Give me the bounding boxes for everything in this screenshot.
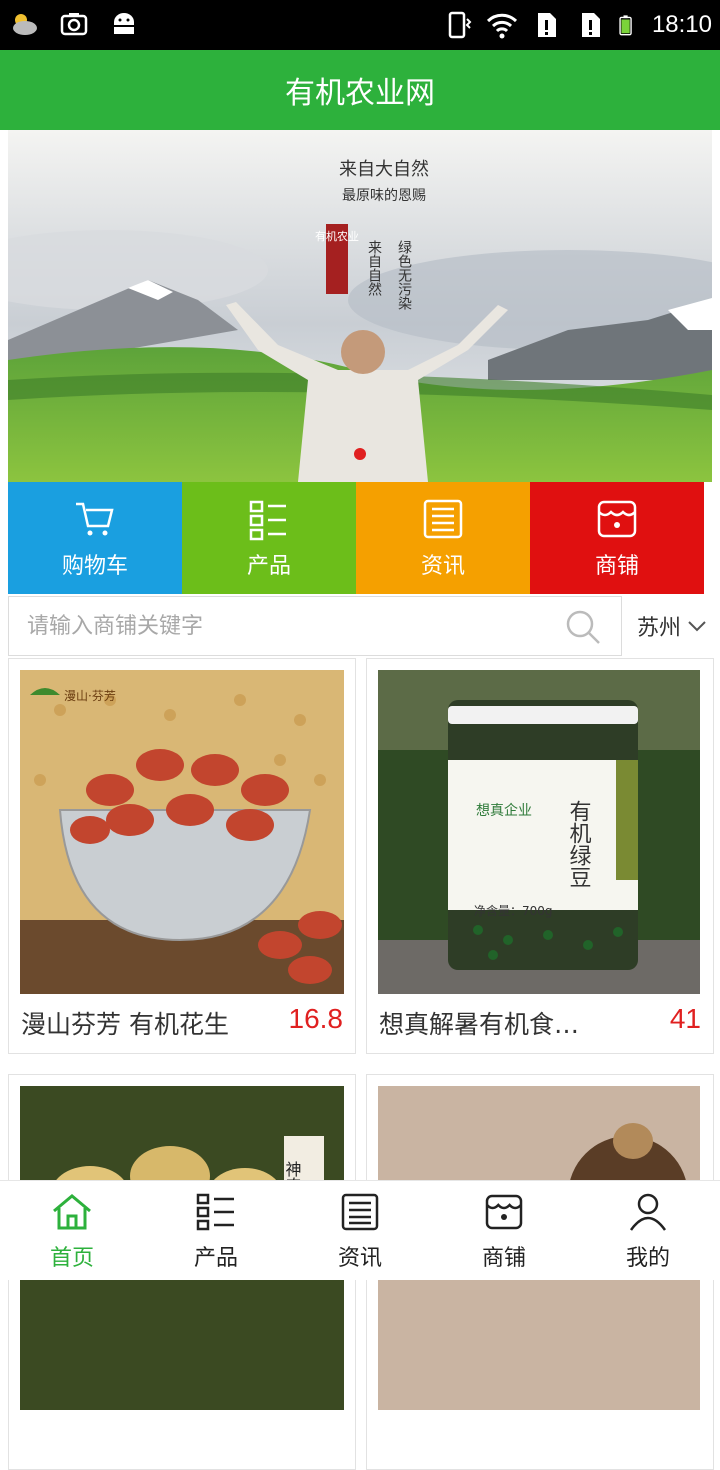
banner-headline: 来自大自然	[339, 159, 429, 180]
banner-col2: 绿色无污染	[396, 240, 412, 310]
product-name: 想真解暑有机食品绿豆	[379, 1010, 599, 1039]
product-grid-icon	[196, 1193, 234, 1230]
shop-search-input[interactable]	[27, 605, 547, 647]
nav-products[interactable]: 产品	[144, 1181, 288, 1280]
product-price: 16.8	[288, 1003, 344, 1034]
nav-shops[interactable]: 商铺	[432, 1181, 576, 1280]
product-image: 漫山·芬芳	[20, 670, 344, 994]
cart-icon	[76, 502, 114, 536]
sim1-icon	[537, 13, 556, 37]
jar-weight-text: 净含量：700g	[474, 903, 553, 918]
search-icon[interactable]	[563, 607, 603, 647]
nav-label: 商铺	[481, 1245, 526, 1271]
banner-col1: 来自自然	[366, 240, 382, 296]
city-selector[interactable]: 苏州	[624, 596, 720, 656]
clock: 18:10	[651, 11, 712, 38]
news-icon	[341, 1193, 379, 1230]
jar-label-text: 有机绿豆	[566, 800, 592, 888]
quick-link-label: 商铺	[594, 554, 639, 579]
user-icon	[629, 1193, 667, 1231]
nav-profile[interactable]: 我的	[576, 1181, 720, 1280]
search-box	[8, 596, 622, 656]
product-price: 41	[669, 1003, 701, 1034]
carousel-indicator-active[interactable]	[354, 448, 366, 460]
quick-link-news[interactable]: 资讯	[356, 482, 530, 594]
app-bar: 有机农业网	[0, 50, 720, 130]
banner-carousel[interactable]: 有机农业 来自大自然 最原味的恩赐 来自自然 绿色无污染	[8, 130, 712, 482]
battery-icon	[619, 15, 632, 36]
banner-subheadline: 最原味的恩赐	[342, 188, 426, 204]
weather-icon	[13, 14, 37, 35]
quick-links: 购物车 产品 资讯 商铺	[8, 482, 704, 594]
bottom-nav: 首页 产品 资讯 商铺 我的	[0, 1180, 720, 1280]
quick-link-shops[interactable]: 商铺	[530, 482, 704, 594]
product-brand-text: 想真企业	[476, 802, 532, 819]
city-selected-label: 苏州	[636, 616, 681, 641]
android-icon	[113, 13, 135, 34]
quick-link-products[interactable]: 产品	[182, 482, 356, 594]
quick-link-label: 产品	[246, 554, 291, 579]
status-bar: 18:10	[0, 0, 720, 50]
shop-icon	[485, 1194, 523, 1229]
banner-image: 有机农业 来自大自然 最原味的恩赐 来自自然 绿色无污染	[8, 130, 712, 482]
product-brand-text: 漫山·芬芳	[64, 689, 116, 703]
nav-label: 首页	[49, 1245, 94, 1271]
nav-home[interactable]: 首页	[0, 1181, 144, 1280]
quick-link-label: 购物车	[61, 554, 128, 579]
product-name: 漫山芬芳 有机花生	[21, 1010, 229, 1039]
quick-link-label: 资讯	[420, 554, 465, 579]
wifi-icon	[486, 13, 517, 39]
home-icon	[53, 1193, 91, 1229]
chevron-down-icon	[688, 621, 706, 632]
sim2-icon	[581, 13, 600, 37]
screenshot-icon	[60, 13, 88, 36]
banner-seal-text: 有机农业	[315, 229, 359, 243]
quick-link-cart[interactable]: 购物车	[8, 482, 182, 594]
nav-news[interactable]: 资讯	[288, 1181, 432, 1280]
product-card[interactable]: 漫山·芬芳 漫山芬芳 有机花生 16.8	[8, 658, 356, 1054]
product-image: 想真企业 有机绿豆 净含量：700g	[378, 670, 700, 994]
nav-label: 我的	[625, 1245, 670, 1271]
product-grid-icon	[249, 500, 286, 541]
news-icon	[423, 499, 463, 539]
app-title: 有机农业网	[285, 76, 435, 111]
shop-icon	[597, 500, 637, 538]
nav-label: 产品	[193, 1245, 238, 1271]
vibrate-icon	[448, 11, 472, 39]
product-card[interactable]: 想真企业 有机绿豆 净含量：700g 想真解暑有机食品绿豆 41	[366, 658, 714, 1054]
nav-label: 资讯	[337, 1245, 382, 1271]
